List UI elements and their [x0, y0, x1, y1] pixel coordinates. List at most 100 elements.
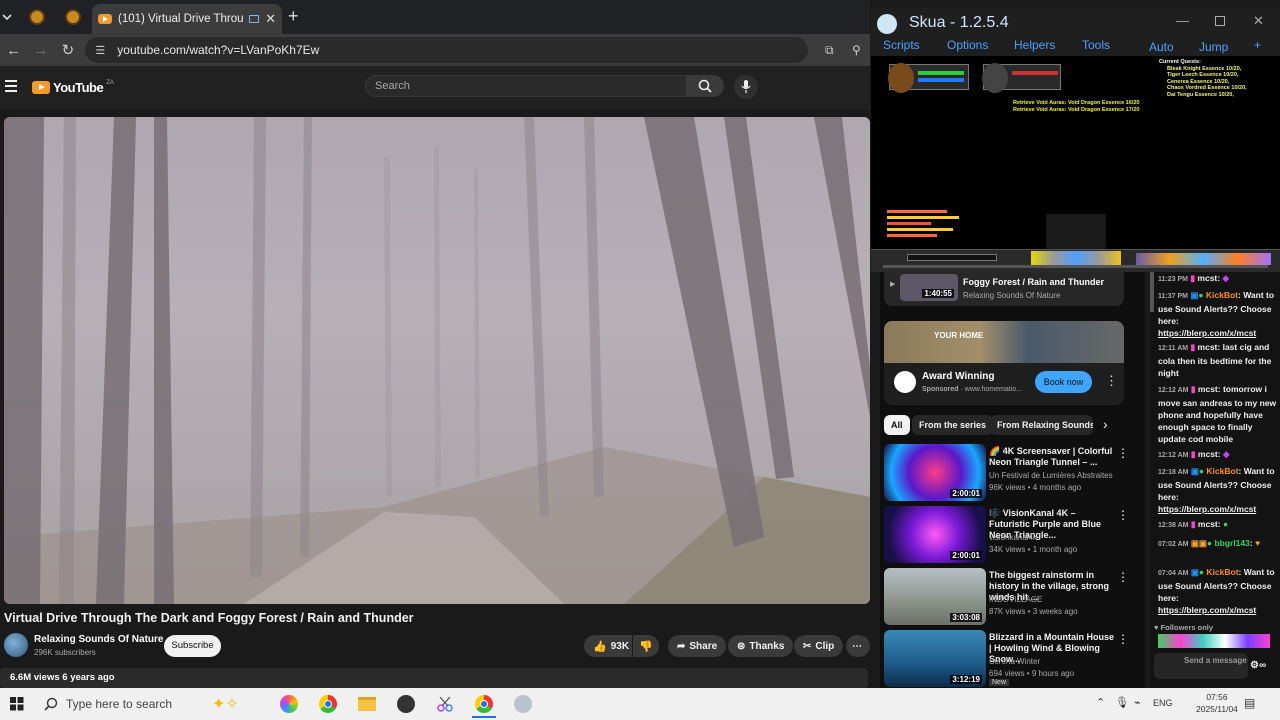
recommendation-card[interactable]: 2:00:01 🎼 VisionKanal 4K – Futuristic Pu…: [884, 506, 1144, 566]
chat-user[interactable]: mcst: [1198, 519, 1218, 529]
chat-user[interactable]: mcst: [1198, 384, 1218, 394]
voice-search-button[interactable]: [734, 75, 758, 99]
chips-next-icon[interactable]: ›: [1103, 416, 1108, 432]
description-box[interactable]: 6.6M views 6 years ago: [0, 668, 868, 688]
language-indicator[interactable]: ENG: [1153, 698, 1173, 708]
chat-user[interactable]: mcst: [1197, 273, 1217, 283]
tray-chevron-up-icon[interactable]: ⌃: [1096, 696, 1105, 709]
menu-tools[interactable]: Tools: [1082, 38, 1110, 52]
channel-avatar[interactable]: [4, 633, 28, 657]
chat-user[interactable]: mcst: [1198, 342, 1218, 352]
tab-youtube[interactable]: (101) Virtual Drive Through ✕: [92, 4, 282, 34]
more-actions-button[interactable]: ⋯: [846, 635, 870, 657]
chat-user[interactable]: KickBot: [1206, 466, 1238, 476]
chat-settings-icon[interactable]: ⚙∞: [1250, 660, 1266, 672]
chat-user[interactable]: mcst: [1198, 449, 1218, 459]
menu-helpers[interactable]: Helpers: [1014, 38, 1055, 52]
snipping-tool-icon[interactable]: [433, 692, 457, 716]
install-app-icon[interactable]: ⧉: [816, 36, 843, 64]
obs-icon[interactable]: [394, 692, 418, 716]
search-input[interactable]: Search: [365, 75, 687, 97]
ad-card[interactable]: YOUR HOME Award Winning Sponsored · www.…: [884, 321, 1124, 405]
back-arrow-icon[interactable]: ←: [0, 36, 27, 64]
send-message-input[interactable]: Send a message: [1154, 653, 1248, 679]
tab-list-chevron-icon[interactable]: [0, 8, 14, 26]
menu-jump[interactable]: Jump: [1199, 40, 1228, 54]
maximize-icon[interactable]: [1215, 16, 1225, 26]
thanks-button[interactable]: ⊜ Thanks: [728, 635, 794, 657]
rec-more-icon[interactable]: ⋮: [1117, 446, 1129, 460]
tab-close-icon[interactable]: ✕: [265, 11, 276, 27]
copilot-icon[interactable]: [277, 692, 301, 716]
minimize-icon[interactable]: —: [1176, 13, 1189, 28]
chat-user[interactable]: KickBot: [1206, 290, 1238, 300]
notification-center-icon[interactable]: ▤: [1244, 696, 1255, 710]
channel-name[interactable]: Relaxing Sounds Of Nature: [34, 634, 163, 645]
thanks-label: Thanks: [749, 640, 785, 652]
rec-more-icon[interactable]: ⋮: [1117, 508, 1129, 522]
clip-button[interactable]: ✂ Clip: [794, 635, 844, 657]
dislike-button[interactable]: 👎: [633, 635, 659, 657]
recommendation-card[interactable]: 3:12:19 Blizzard in a Mountain House | H…: [884, 630, 1144, 688]
chip-from-series[interactable]: From the series: [912, 415, 994, 435]
chrome-icon[interactable]: [316, 692, 340, 716]
chat-link[interactable]: https://blerp.com/x/mcst: [1158, 605, 1256, 615]
recommendation-card[interactable]: 2:00:01 🌈 4K Screensaver | Colorful Neon…: [884, 444, 1144, 504]
quest-5: Dai Tengu Essence 10/20,: [1167, 91, 1234, 98]
chat-user[interactable]: bbgrl143: [1214, 538, 1249, 548]
menu-scripts[interactable]: Scripts: [883, 38, 920, 52]
recommendation-card[interactable]: 3:03:08 The biggest rainstorm in history…: [884, 568, 1144, 628]
ad-title: Award Winning: [922, 371, 995, 382]
video-player[interactable]: [4, 117, 870, 604]
skua-titlebar: Skua - 1.2.5.4 — ✕: [871, 8, 1280, 38]
chat-user[interactable]: KickBot: [1206, 567, 1238, 577]
pinned-tab-game-icon-2[interactable]: [58, 2, 88, 32]
like-count: 93K: [610, 640, 630, 652]
quest-4: Chaos Vordred Essence 10/20,: [1167, 85, 1247, 91]
chat-link[interactable]: https://blerp.com/x/mcst: [1158, 328, 1256, 338]
subscribe-button[interactable]: Subscribe: [164, 635, 221, 657]
skua-taskbar-icon[interactable]: [511, 692, 535, 716]
ad-book-now-button[interactable]: Book now: [1035, 371, 1092, 393]
chat-link[interactable]: https://blerp.com/x/mcst: [1158, 504, 1256, 514]
ad-more-icon[interactable]: ⋮: [1105, 373, 1118, 389]
taskbar-clock[interactable]: 07:56 2025/11/04: [1196, 691, 1238, 715]
send-message-placeholder: Send a message: [1184, 656, 1247, 665]
reload-icon[interactable]: ↻: [54, 36, 81, 64]
tray-microphone-icon[interactable]: 🎙: [1115, 696, 1129, 709]
windows-start-icon[interactable]: [5, 692, 29, 716]
new-tab-plus-icon[interactable]: +: [288, 6, 299, 27]
chat-time: 07:04 AM: [1158, 570, 1189, 577]
forward-arrow-icon[interactable]: →: [27, 36, 54, 64]
chip-all[interactable]: All: [884, 415, 910, 435]
rec-more-icon[interactable]: ⋮: [1117, 570, 1129, 584]
tray-network-icon[interactable]: ⌁: [1134, 696, 1141, 709]
rec-channel: Serena Winter: [989, 657, 1041, 666]
game-canvas[interactable]: Current Quests: Bleak Knight Essence 10/…: [871, 56, 1280, 272]
file-explorer-icon[interactable]: [355, 692, 379, 716]
url-field[interactable]: ☰ youtube.com/watch?v=LVanPoKh7Ew: [85, 37, 808, 63]
site-info-icon[interactable]: ☰: [95, 44, 105, 57]
menu-add[interactable]: +: [1254, 38, 1261, 52]
ad-banner-text: YOUR HOME: [934, 331, 984, 340]
chat-scrollbar[interactable]: [1150, 272, 1154, 312]
hamburger-menu-icon[interactable]: [5, 80, 17, 92]
rec-duration: 3:12:19: [950, 675, 982, 684]
menu-options[interactable]: Options: [947, 38, 988, 52]
chrome-active-icon[interactable]: [472, 692, 496, 716]
skill-bar[interactable]: [871, 249, 1280, 272]
rec-thumbnail: 3:03:08: [884, 568, 986, 625]
zoom-icon[interactable]: ⚲: [843, 36, 870, 64]
pinned-tab-game-icon[interactable]: [22, 2, 52, 32]
playlist-item[interactable]: ▶ 1:40:55 Foggy Forest / Rain and Thunde…: [884, 272, 1124, 306]
menu-auto[interactable]: Auto: [1149, 40, 1174, 54]
share-button[interactable]: ➦ Share: [668, 635, 727, 657]
search-button[interactable]: [686, 75, 724, 97]
emote-row[interactable]: [1158, 634, 1270, 648]
rec-duration: 2:00:01: [950, 551, 982, 560]
close-icon[interactable]: ✕: [1253, 13, 1264, 29]
rec-more-icon[interactable]: ⋮: [1117, 632, 1129, 646]
youtube-logo[interactable]: YouTube ZA: [32, 80, 114, 95]
like-button[interactable]: 👍 93K: [584, 635, 632, 657]
chip-from-channel[interactable]: From Relaxing Sounds Of: [990, 415, 1093, 435]
